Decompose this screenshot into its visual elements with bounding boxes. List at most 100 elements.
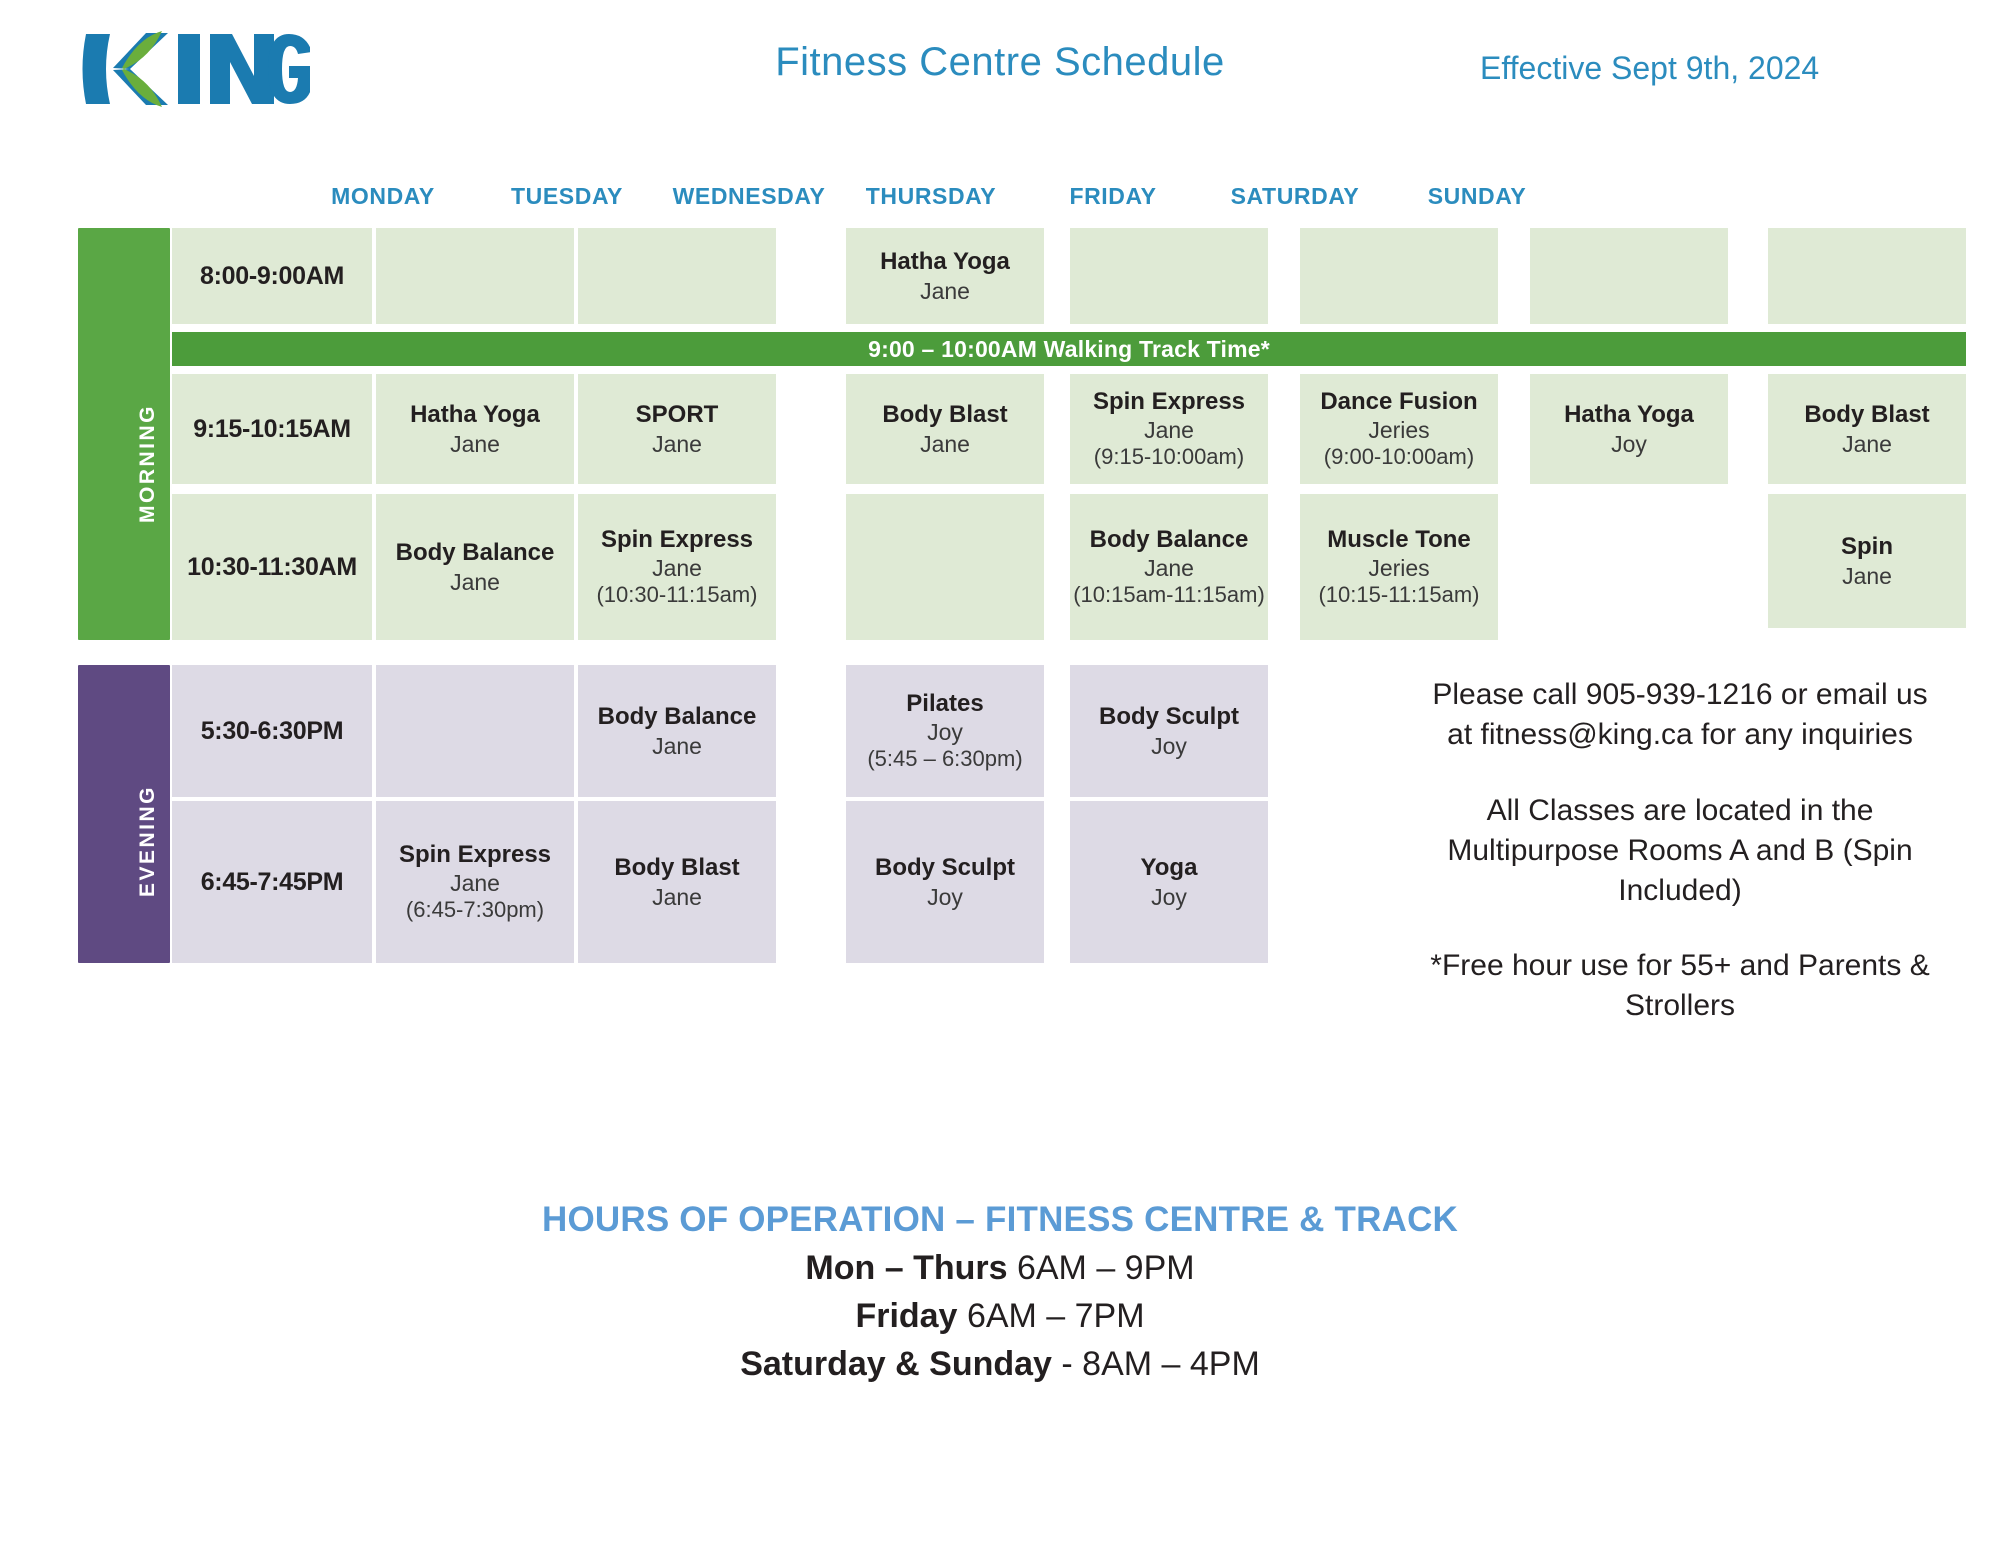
location-line-1: All Classes are located in the [1486, 793, 1874, 827]
class-name: Body Balance [597, 703, 757, 731]
class-time: (10:30-11:15am) [596, 582, 758, 608]
evening-section-rail: EVENING [78, 665, 170, 963]
hours-label: Mon – Thurs [805, 1249, 1008, 1287]
class-cell-tue-row3: Spin Express Jane (10:30-11:15am) [578, 494, 776, 640]
class-cell-wed-row1: Hatha Yoga Jane [846, 228, 1044, 324]
class-name: Spin [1841, 533, 1893, 561]
class-cell-sun-row2: Body Blast Jane [1768, 374, 1966, 484]
class-name: Dance Fusion [1320, 387, 1478, 415]
class-name: Pilates [906, 689, 984, 717]
class-cell-tue-row5: Body Blast Jane [578, 801, 776, 963]
class-name: Yoga [1140, 854, 1198, 882]
time-label-row5: 6:45-7:45PM [172, 801, 372, 963]
time-label-row2: 9:15-10:15AM [172, 374, 372, 484]
class-instructor: Jane [920, 430, 970, 457]
class-name: Body Sculpt [874, 854, 1015, 882]
class-name: Body Blast [882, 401, 1008, 429]
class-time: (9:00-10:00am) [1323, 444, 1475, 470]
location-line-2: Multipurpose Rooms A and B (Spin [1447, 833, 1913, 867]
class-instructor: Joy [927, 883, 963, 910]
class-name: Body Balance [395, 539, 555, 567]
hours-of-operation-block: HOURS OF OPERATION – FITNESS CENTRE & TR… [0, 1200, 2000, 1384]
class-cell-wed-row4: Pilates Joy (5:45 – 6:30pm) [846, 665, 1044, 797]
class-time: (10:15am-11:15am) [1073, 582, 1265, 608]
hours-label: Friday [855, 1297, 958, 1335]
class-instructor: Jeries [1368, 555, 1430, 582]
class-instructor: Joy [1611, 430, 1647, 457]
class-time: (10:15-11:15am) [1318, 582, 1480, 608]
class-name: Body Blast [614, 854, 740, 882]
class-instructor: Jane [652, 430, 702, 457]
evening-section-label: EVENING [136, 784, 159, 897]
class-instructor: Joy [927, 719, 963, 746]
class-cell-mon-row1 [376, 228, 574, 324]
time-label-row4: 5:30-6:30PM [172, 665, 372, 797]
class-name: Body Sculpt [1098, 703, 1239, 731]
class-instructor: Jane [652, 883, 702, 910]
class-cell-sun-row1 [1768, 228, 1966, 324]
class-cell-thu-row4: Body Sculpt Joy [1070, 665, 1268, 797]
class-cell-wed-row2: Body Blast Jane [846, 374, 1044, 484]
walking-track-banner: 9:00 – 10:00AM Walking Track Time* [172, 332, 1966, 366]
class-cell-tue-row4: Body Balance Jane [578, 665, 776, 797]
class-instructor: Jane [450, 568, 500, 595]
class-name: Body Blast [1804, 401, 1930, 429]
class-instructor: Jane [450, 870, 500, 897]
class-instructor: Jane [652, 555, 702, 582]
hours-row-friday: Friday 6AM – 7PM [0, 1297, 2000, 1336]
class-time: (6:45-7:30pm) [405, 897, 545, 923]
class-name: Hatha Yoga [410, 401, 540, 429]
class-cell-fri-row3: Muscle Tone Jeries (10:15-11:15am) [1300, 494, 1498, 640]
contact-line-1: Please call 905-939-1216 or email us [1432, 678, 1928, 711]
class-instructor: Jane [920, 277, 970, 304]
contact-info-block: Please call 905-939-1216 or email us at … [1360, 675, 2000, 1026]
class-instructor: Jane [652, 732, 702, 759]
class-instructor: Jeries [1368, 417, 1430, 444]
class-instructor: Joy [1151, 883, 1187, 910]
class-cell-sat-row3 [1530, 494, 1728, 640]
class-cell-sat-row2: Hatha Yoga Joy [1530, 374, 1728, 484]
hours-label: Saturday & Sunday [740, 1345, 1052, 1383]
class-name: Spin Express [1092, 387, 1246, 415]
hours-row-weekday: Mon – Thurs 6AM – 9PM [0, 1249, 2000, 1288]
class-name: Hatha Yoga [1564, 401, 1694, 429]
class-cell-wed-row5: Body Sculpt Joy [846, 801, 1044, 963]
class-cell-sat-row1 [1530, 228, 1728, 324]
class-name: SPORT [635, 401, 719, 429]
class-cell-thu-row5: Yoga Joy [1070, 801, 1268, 963]
footnote-line-2: Strollers [1624, 989, 1736, 1023]
class-cell-mon-row4 [376, 665, 574, 797]
class-cell-mon-row3: Body Balance Jane [376, 494, 574, 640]
time-label-row3: 10:30-11:30AM [172, 494, 372, 640]
class-cell-mon-row5: Spin Express Jane (6:45-7:30pm) [376, 801, 574, 963]
class-cell-tue-row2: SPORT Jane [578, 374, 776, 484]
hours-value: 6AM – 7PM [966, 1297, 1145, 1335]
class-cell-thu-row3: Body Balance Jane (10:15am-11:15am) [1070, 494, 1268, 640]
class-name: Body Balance [1089, 525, 1249, 553]
morning-section-rail: MORNING [78, 228, 170, 640]
class-instructor: Jane [1842, 430, 1892, 457]
footnote-line-1: *Free hour use for 55+ and Parents & [1430, 949, 1930, 983]
class-instructor: Jane [1144, 417, 1194, 444]
class-cell-thu-row2: Spin Express Jane (9:15-10:00am) [1070, 374, 1268, 484]
class-instructor: Jane [1144, 555, 1194, 582]
class-cell-fri-row2: Dance Fusion Jeries (9:00-10:00am) [1300, 374, 1498, 484]
time-label-row1: 8:00-9:00AM [172, 228, 372, 324]
location-line-3: Included) [1618, 873, 1742, 907]
contact-line-2: at fitness@king.ca for any inquiries [1447, 717, 1913, 751]
hours-value: 6AM – 9PM [1016, 1249, 1195, 1287]
class-cell-mon-row2: Hatha Yoga Jane [376, 374, 574, 484]
hours-row-weekend: Saturday & Sunday - 8AM – 4PM [0, 1345, 2000, 1384]
class-name: Spin Express [398, 840, 552, 868]
hours-title: HOURS OF OPERATION – FITNESS CENTRE & TR… [541, 1200, 1459, 1239]
class-time: (9:15-10:00am) [1093, 444, 1245, 470]
class-name: Hatha Yoga [880, 248, 1010, 276]
class-instructor: Jane [1842, 562, 1892, 589]
class-instructor: Joy [1151, 732, 1187, 759]
hours-value: - 8AM – 4PM [1061, 1345, 1260, 1383]
class-name: Spin Express [600, 525, 754, 553]
class-cell-tue-row1 [578, 228, 776, 324]
morning-section-label: MORNING [136, 404, 159, 523]
class-cell-fri-row1 [1300, 228, 1498, 324]
class-cell-thu-row1 [1070, 228, 1268, 324]
